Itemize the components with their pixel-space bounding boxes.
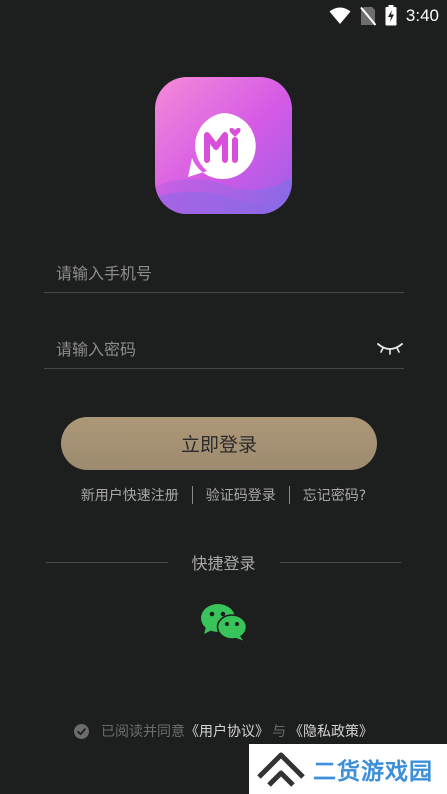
sms-login-link[interactable]: 验证码登录 bbox=[206, 485, 276, 505]
quick-login-divider: 快捷登录 bbox=[46, 552, 402, 573]
register-link[interactable]: 新用户快速注册 bbox=[81, 485, 179, 505]
status-bar: 3:40 bbox=[0, 0, 447, 32]
wifi-icon bbox=[329, 7, 351, 24]
battery-charging-icon bbox=[385, 5, 397, 26]
watermark-text: 二货游戏园 bbox=[313, 759, 433, 785]
divider bbox=[191, 486, 193, 504]
no-sim-icon bbox=[360, 6, 376, 26]
divider-line-left bbox=[46, 561, 168, 563]
password-input[interactable] bbox=[54, 332, 358, 366]
status-icons: 3:40 bbox=[329, 5, 439, 26]
password-field bbox=[44, 332, 404, 369]
agreement-row: 已阅读并同意 《用户协议》 与 《隐私政策》 bbox=[0, 721, 447, 741]
divider-line-right bbox=[279, 561, 402, 563]
phone-input[interactable] bbox=[54, 256, 358, 290]
forgot-password-link[interactable]: 忘记密码? bbox=[303, 485, 366, 505]
status-time: 3:40 bbox=[405, 5, 439, 25]
eye-closed-icon[interactable] bbox=[376, 340, 404, 356]
login-button[interactable]: 立即登录 bbox=[61, 417, 377, 470]
divider bbox=[288, 486, 290, 504]
agreement-and: 与 bbox=[272, 724, 286, 740]
secondary-links: 新用户快速注册 验证码登录 忘记密码? bbox=[0, 485, 447, 505]
phone-field bbox=[44, 256, 404, 293]
privacy-policy-link[interactable]: 《隐私政策》 bbox=[289, 721, 373, 741]
app-logo-icon bbox=[155, 77, 292, 214]
quick-login-label: 快捷登录 bbox=[191, 554, 256, 573]
wechat-icon[interactable] bbox=[200, 603, 248, 641]
watermark-logo-icon bbox=[257, 752, 305, 787]
user-agreement-link[interactable]: 《用户协议》 bbox=[185, 721, 269, 741]
agreement-checkbox[interactable] bbox=[74, 723, 89, 739]
watermark: 二货游戏园 bbox=[249, 744, 447, 794]
agreement-prefix: 已阅读并同意 bbox=[101, 724, 185, 740]
